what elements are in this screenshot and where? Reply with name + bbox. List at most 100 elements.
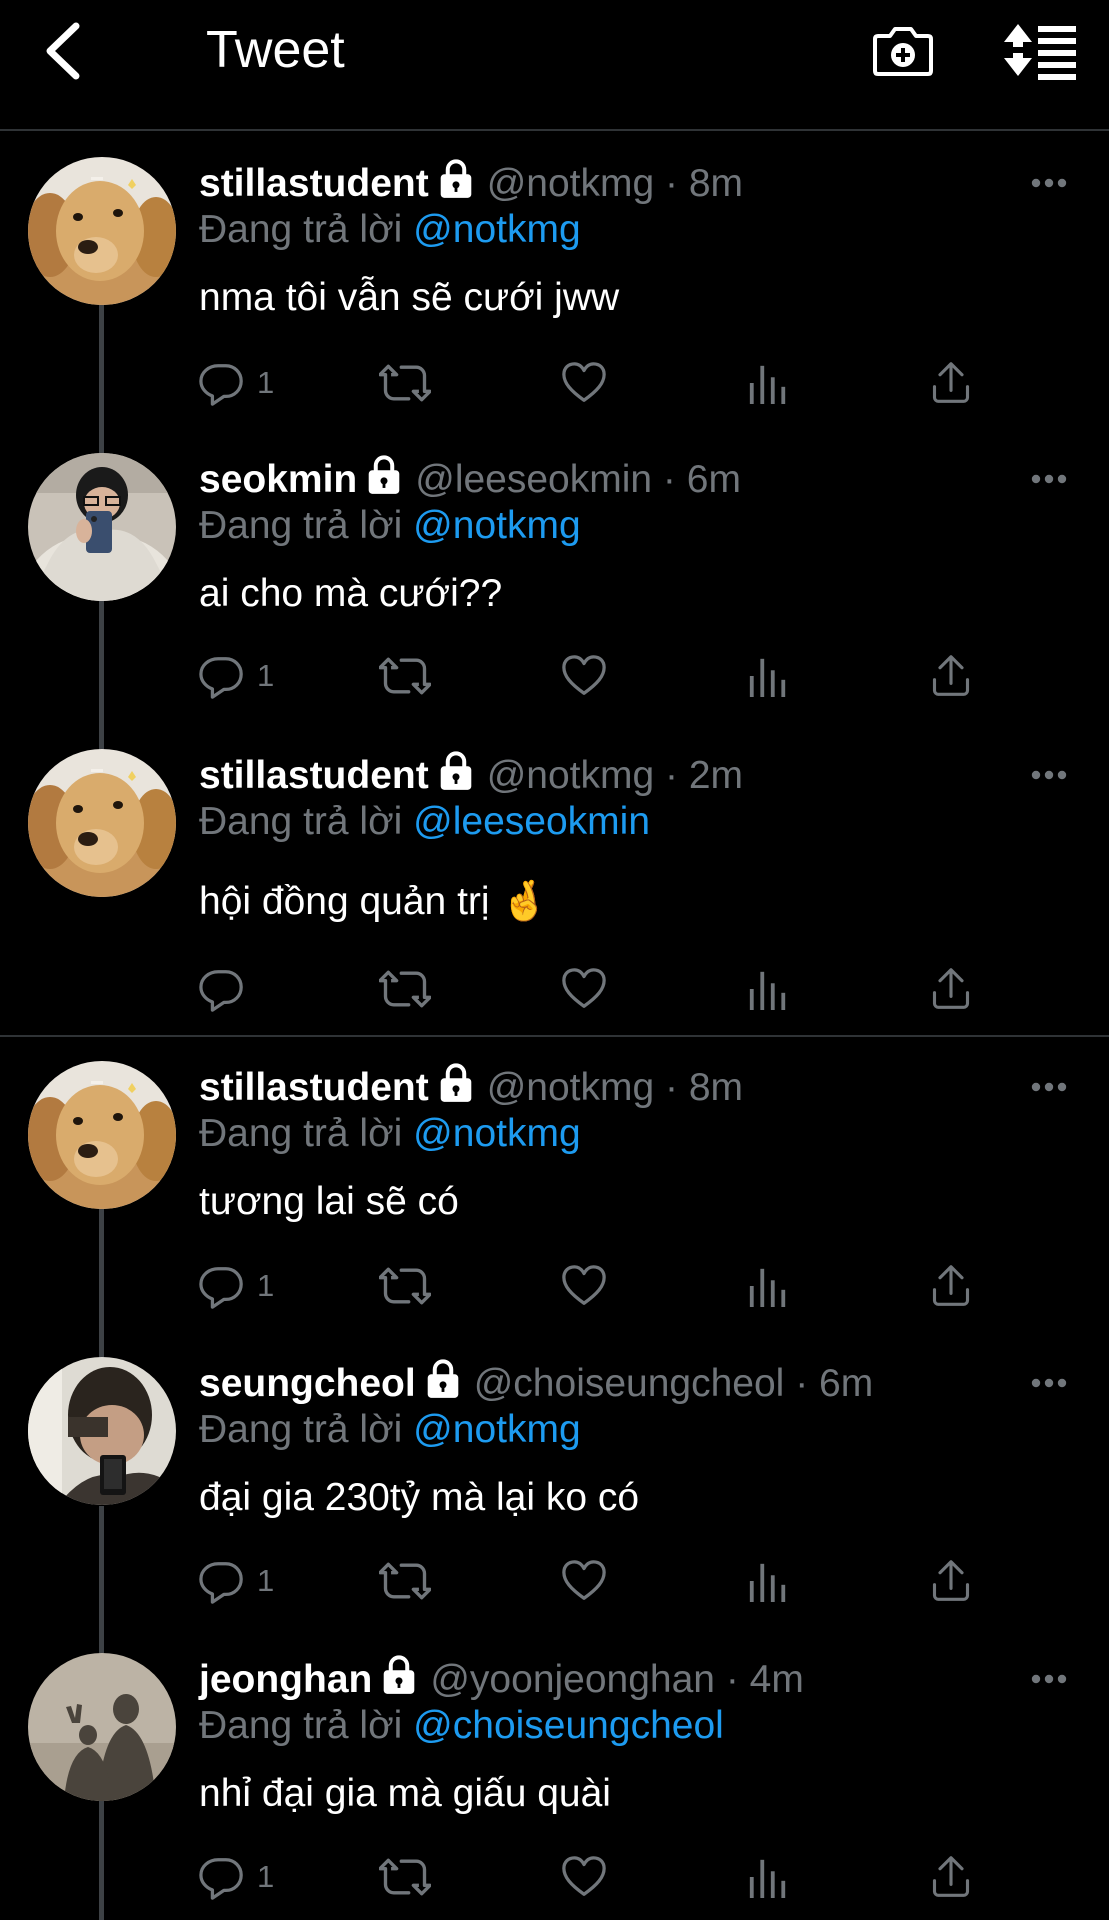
reply-count: 1 — [257, 658, 275, 693]
retweet-button[interactable] — [379, 1556, 431, 1606]
thread-line — [99, 1209, 104, 1359]
avatar[interactable] — [28, 1653, 176, 1801]
share-button[interactable] — [929, 964, 973, 1014]
more-icon[interactable] — [1030, 177, 1068, 189]
bar-chart-icon — [747, 653, 789, 699]
username[interactable]: @yoonjeonghan — [430, 1658, 715, 1701]
username[interactable]: @notkmg — [487, 1066, 654, 1109]
reply-icon — [199, 966, 245, 1012]
display-name[interactable]: seokmin — [199, 458, 357, 501]
analytics-button[interactable] — [747, 651, 789, 701]
more-icon[interactable] — [1030, 1377, 1068, 1389]
thread-line — [99, 1801, 104, 1920]
heart-icon — [561, 653, 607, 699]
thread-line — [99, 601, 104, 751]
reply-button[interactable]: 1 — [199, 1261, 274, 1311]
mention-link[interactable]: @notkmg — [413, 1112, 580, 1155]
retweet-icon — [379, 360, 431, 406]
like-button[interactable] — [561, 1261, 607, 1311]
timestamp: 6m — [819, 1362, 874, 1405]
more-icon[interactable] — [1030, 473, 1068, 485]
username[interactable]: @notkmg — [487, 162, 654, 205]
display-name[interactable]: seungcheol — [199, 1362, 416, 1405]
share-button[interactable] — [929, 358, 973, 408]
page-title: Tweet — [206, 21, 345, 79]
bar-chart-icon — [747, 1558, 789, 1604]
retweet-button[interactable] — [379, 964, 431, 1014]
timestamp: 8m — [688, 162, 744, 205]
mention-link[interactable]: @choiseungcheol — [413, 1704, 724, 1747]
share-icon — [929, 360, 973, 406]
like-button[interactable] — [561, 1852, 607, 1902]
retweet-button[interactable] — [379, 1261, 431, 1311]
heart-icon — [561, 360, 607, 406]
sort-button[interactable] — [1002, 18, 1078, 82]
reply-icon — [199, 1263, 245, 1309]
analytics-button[interactable] — [747, 1261, 789, 1311]
heart-icon — [561, 1854, 607, 1900]
like-button[interactable] — [561, 651, 607, 701]
avatar[interactable] — [28, 1061, 176, 1209]
thread-line — [99, 1506, 104, 1656]
like-button[interactable] — [561, 964, 607, 1014]
reply-prefix: Đang trả lời — [199, 504, 403, 547]
camera-button[interactable] — [872, 18, 934, 82]
like-button[interactable] — [561, 358, 607, 408]
reply-icon — [199, 1558, 245, 1604]
chevron-left-icon — [46, 22, 80, 80]
reply-button[interactable]: 1 — [199, 1556, 274, 1606]
retweet-icon — [379, 966, 431, 1012]
analytics-button[interactable] — [747, 358, 789, 408]
mention-link[interactable]: @notkmg — [413, 504, 580, 547]
like-button[interactable] — [561, 1556, 607, 1606]
retweet-button[interactable] — [379, 651, 431, 701]
retweet-icon — [379, 1263, 431, 1309]
reply-prefix: Đang trả lời — [199, 1408, 403, 1451]
display-name[interactable]: stillastudent — [199, 162, 429, 205]
reply-count: 1 — [257, 1859, 275, 1894]
reply-count: 1 — [257, 1268, 275, 1303]
more-icon[interactable] — [1030, 1673, 1068, 1685]
display-name[interactable]: stillastudent — [199, 1066, 429, 1109]
timestamp: 4m — [749, 1658, 804, 1701]
bar-chart-icon — [747, 360, 789, 406]
back-button[interactable] — [40, 18, 88, 82]
reply-context: Đang trả lời @choiseungcheol — [199, 1703, 724, 1749]
lock-icon — [424, 1359, 462, 1399]
avatar[interactable] — [28, 1357, 176, 1505]
mention-link[interactable]: @leeseokmin — [413, 800, 650, 843]
mention-link[interactable]: @notkmg — [413, 208, 580, 251]
more-icon[interactable] — [1030, 1081, 1068, 1093]
top-bar: Tweet — [0, 0, 1109, 131]
share-button[interactable] — [929, 1556, 973, 1606]
action-bar: 1 — [199, 1261, 999, 1311]
analytics-button[interactable] — [747, 1852, 789, 1902]
analytics-button[interactable] — [747, 964, 789, 1014]
analytics-button[interactable] — [747, 1556, 789, 1606]
mention-link[interactable]: @notkmg — [413, 1408, 580, 1451]
reply-button[interactable]: 1 — [199, 651, 274, 701]
reply-button[interactable]: 1 — [199, 358, 274, 408]
more-icon[interactable] — [1030, 769, 1068, 781]
share-button[interactable] — [929, 1852, 973, 1902]
avatar[interactable] — [28, 749, 176, 897]
username[interactable]: @leeseokmin — [415, 458, 652, 501]
reply-button[interactable] — [199, 964, 257, 1014]
username[interactable]: @notkmg — [487, 754, 654, 797]
avatar[interactable] — [28, 157, 176, 305]
share-button[interactable] — [929, 651, 973, 701]
retweet-button[interactable] — [379, 1852, 431, 1902]
heart-icon — [561, 966, 607, 1012]
tweet-text: đại gia 230tỷ mà lại ko có — [199, 1476, 640, 1519]
share-button[interactable] — [929, 1261, 973, 1311]
tweet-text: hội đồng quản trị 🤞 — [199, 880, 549, 923]
reply-button[interactable]: 1 — [199, 1852, 274, 1902]
retweet-button[interactable] — [379, 358, 431, 408]
bar-chart-icon — [747, 1854, 789, 1900]
display-name[interactable]: stillastudent — [199, 754, 429, 797]
action-bar — [199, 964, 999, 1014]
timestamp: 2m — [688, 754, 744, 797]
avatar[interactable] — [28, 453, 176, 601]
username[interactable]: @choiseungcheol — [474, 1362, 785, 1405]
display-name[interactable]: jeonghan — [199, 1658, 372, 1701]
